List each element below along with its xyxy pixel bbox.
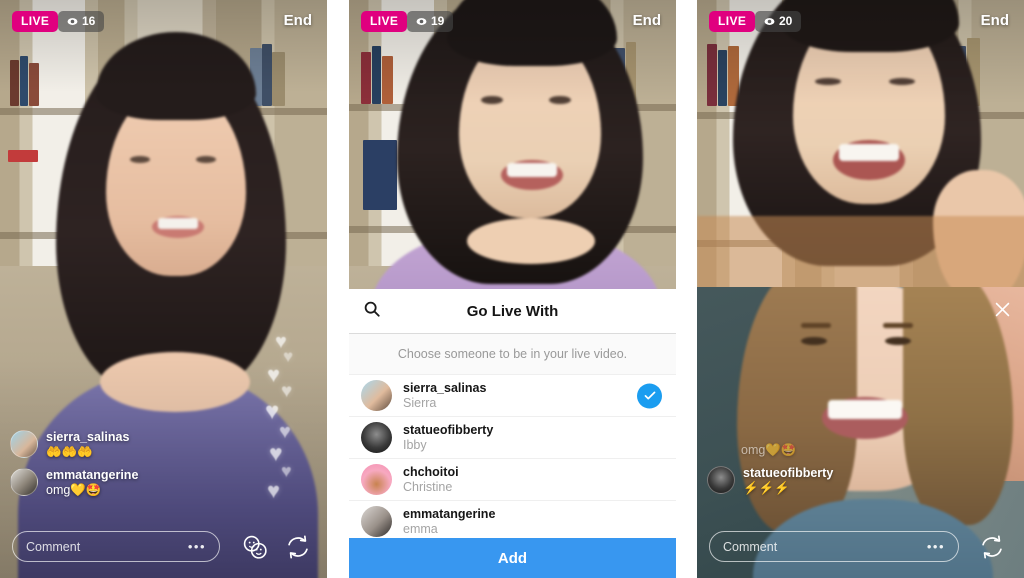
flip-camera-icon <box>982 535 1002 559</box>
live-badge: LIVE <box>361 11 408 32</box>
avatar <box>361 422 392 453</box>
list-item-fullname: Ibby <box>403 437 427 452</box>
viewer-count-badge[interactable]: 19 <box>407 11 454 32</box>
avatar <box>10 429 38 458</box>
viewer-count-value: 20 <box>779 14 793 28</box>
guest-list[interactable]: sierra_salinas Sierra statueofibberty Ib… <box>349 375 676 538</box>
sheet-subtitle: Choose someone to be in your live video. <box>349 334 676 375</box>
heart-icon: ♥ <box>281 461 292 481</box>
sheet-header: Go Live With <box>349 289 676 334</box>
end-broadcast-button[interactable]: End <box>282 10 314 31</box>
comment-text: omg💛🤩 <box>46 483 102 498</box>
screenshot-canvas: LIVE 16 End ♥ ♥ ♥ ♥ ♥ ♥ ♥ ♥ ♥ sierra_sal… <box>0 0 1024 578</box>
go-live-with-button[interactable] <box>240 532 270 562</box>
end-broadcast-button[interactable]: End <box>979 10 1011 31</box>
list-item-fullname: Christine <box>403 479 453 494</box>
flip-camera-button[interactable] <box>283 532 313 562</box>
list-item[interactable]: emmatangerine emma <box>349 501 676 538</box>
remove-guest-button[interactable] <box>993 300 1012 324</box>
viewer-count-badge[interactable]: 16 <box>58 11 105 32</box>
comment-username: emmatangerine <box>46 467 139 482</box>
avatar <box>707 465 735 494</box>
heart-icon: ♥ <box>283 347 294 366</box>
avatar <box>361 506 392 537</box>
viewer-count-badge[interactable]: 20 <box>755 11 802 32</box>
end-broadcast-button[interactable]: End <box>631 10 663 31</box>
avatar <box>10 467 38 496</box>
live-hud-top-3: LIVE 20 End <box>697 0 1024 46</box>
live-badge: LIVE <box>709 11 756 32</box>
live-hud-top-2: LIVE 19 End <box>349 0 676 46</box>
heart-icon: ♥ <box>279 421 291 443</box>
close-icon <box>995 302 1010 317</box>
go-live-with-sheet: Go Live With Choose someone to be in you… <box>349 289 676 578</box>
comment-item: emmatangerine omg💛🤩 <box>10 467 260 499</box>
selected-check-badge[interactable] <box>637 383 662 408</box>
comment-feed-3: omg💛🤩 statueofibberty ⚡⚡⚡ <box>707 443 957 504</box>
list-item[interactable]: chchoitoi Christine <box>349 459 676 501</box>
list-item-fullname: Sierra <box>403 395 437 410</box>
list-item-username: chchoitoi <box>403 464 459 479</box>
avatar <box>361 464 392 495</box>
comment-more-icon[interactable]: ••• <box>188 540 206 553</box>
list-item[interactable]: sierra_salinas Sierra <box>349 375 676 417</box>
list-item-username: emmatangerine <box>403 506 496 521</box>
live-panel-3: LIVE 20 End omg💛🤩 statueofibberty ⚡⚡⚡ Co… <box>697 0 1024 578</box>
live-hud-top-1: LIVE 16 End <box>0 0 327 46</box>
heart-icon: ♥ <box>267 478 281 503</box>
comment-item: omg💛🤩 <box>707 443 957 459</box>
comment-placeholder: Comment <box>723 539 778 554</box>
comment-input[interactable]: Comment ••• <box>12 531 220 562</box>
eye-icon <box>764 17 775 25</box>
flip-camera-icon <box>288 535 308 559</box>
live-panel-1: LIVE 16 End ♥ ♥ ♥ ♥ ♥ ♥ ♥ ♥ ♥ sierra_sal… <box>0 0 327 578</box>
live-bottom-bar-3: Comment ••• <box>697 516 1024 578</box>
comment-text: omg💛🤩 <box>741 443 797 458</box>
heart-icon: ♥ <box>267 362 281 387</box>
comment-username: statueofibberty <box>743 465 834 480</box>
avatar <box>361 380 392 411</box>
live-bottom-bar-1: Comment ••• <box>0 516 327 578</box>
add-button[interactable]: Add <box>349 538 676 578</box>
comment-item: statueofibberty ⚡⚡⚡ <box>707 465 957 497</box>
live-panel-2: LIVE 19 End Go Live With Choose someone … <box>349 0 676 578</box>
heart-icon: ♥ <box>265 398 280 425</box>
viewer-count-value: 16 <box>82 14 96 28</box>
comment-input[interactable]: Comment ••• <box>709 531 959 562</box>
comment-feed-1: sierra_salinas 🤲🤲🤲 emmatangerine omg💛🤩 <box>10 429 260 507</box>
flip-camera-button[interactable] <box>977 532 1007 562</box>
eye-icon <box>416 17 427 25</box>
comment-more-icon[interactable]: ••• <box>927 540 945 553</box>
heart-icon: ♥ <box>281 381 293 402</box>
check-icon <box>644 391 655 400</box>
live-badge: LIVE <box>12 11 59 32</box>
viewer-count-value: 19 <box>431 14 445 28</box>
comment-text: 🤲🤲🤲 <box>46 445 93 460</box>
comment-username: sierra_salinas <box>46 429 130 444</box>
go-live-with-icon <box>243 535 267 559</box>
list-item[interactable]: statueofibberty Ibby <box>349 417 676 459</box>
sheet-title: Go Live With <box>466 302 559 320</box>
floating-hearts-1: ♥ ♥ ♥ ♥ ♥ ♥ ♥ ♥ ♥ <box>261 332 309 518</box>
eye-icon <box>67 17 78 25</box>
search-icon[interactable] <box>363 300 381 323</box>
list-item-username: statueofibberty <box>403 422 494 437</box>
list-item-username: sierra_salinas <box>403 380 487 395</box>
comment-text: ⚡⚡⚡ <box>743 481 790 496</box>
comment-item: sierra_salinas 🤲🤲🤲 <box>10 429 260 461</box>
comment-placeholder: Comment <box>26 539 81 554</box>
list-item-fullname: emma <box>403 521 438 536</box>
